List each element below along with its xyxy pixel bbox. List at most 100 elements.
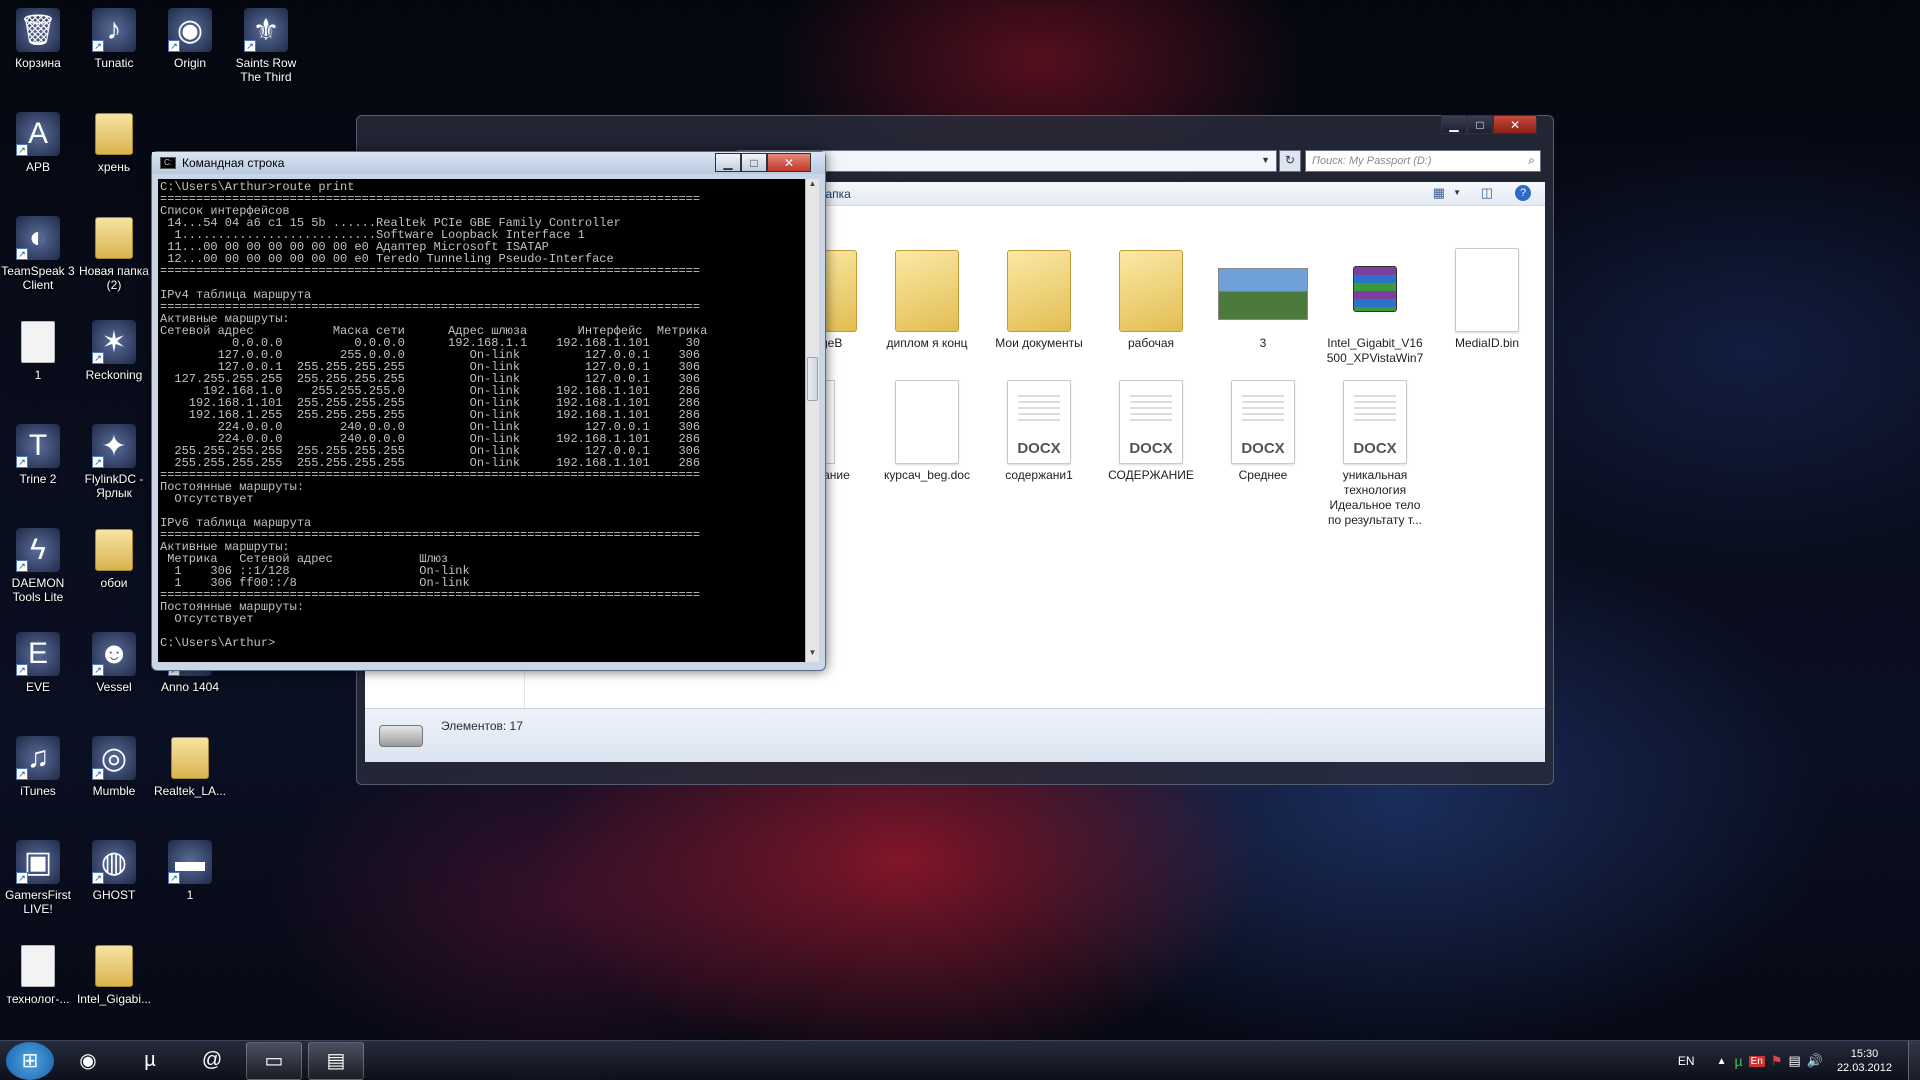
app-glyph: ✦ <box>101 429 127 463</box>
drive-icon <box>379 725 423 747</box>
maximize-button[interactable]: □ <box>741 153 767 172</box>
shortcut-arrow-icon: ↗ <box>16 248 28 260</box>
minimize-button[interactable]: ▁ <box>715 153 741 172</box>
desktop-icon[interactable]: ⚜ ↗ Saints Row The Third <box>228 8 304 84</box>
desktop-icon[interactable]: ◍ ↗ GHOST <box>76 840 152 902</box>
file-item[interactable]: DOCX Среднее <box>1213 372 1313 483</box>
desktop-icon[interactable]: ☻ ↗ Vessel <box>76 632 152 694</box>
minimize-button[interactable]: ▁ <box>1441 115 1467 134</box>
desktop-icon[interactable]: 🗑 Корзина <box>0 8 76 70</box>
desktop-icon[interactable]: A ↗ APB <box>0 112 76 174</box>
refresh-icon: ↻ <box>1285 153 1296 167</box>
start-button[interactable]: ⊞ <box>6 1041 54 1080</box>
file-item[interactable]: Intel_Gigabit_V16 500_XPVistaWin7 <box>1325 240 1425 366</box>
taskbar: ⊞ ◉ µ @ ▭ ▤ EN ▲ µ En ⚑ ▤ 🔊 15:30 22.03.2012 <box>0 1040 1920 1080</box>
desktop-icon[interactable]: ◐ ↗ TeamSpeak 3 Client <box>0 216 76 292</box>
tray-expand-icon[interactable]: ▲ <box>1717 1056 1727 1067</box>
chevron-down-icon[interactable]: ▼ <box>1453 188 1461 197</box>
app-glyph: ◍ <box>100 845 128 879</box>
file-item[interactable]: DOCX уникальная технология Идеальное тело… <box>1325 372 1425 528</box>
taskbar-mail-agent-button[interactable]: @ <box>184 1042 240 1080</box>
preview-pane-icon[interactable]: ◫ <box>1481 185 1493 201</box>
command-bar: папка ▦ ▼ ◫ ? <box>815 182 1545 206</box>
desktop-icon[interactable]: ϟ ↗ DAEMON Tools Lite <box>0 528 76 604</box>
taskbar-cmd-button[interactable]: ▭ <box>246 1041 302 1080</box>
view-icon[interactable]: ▦ <box>1433 185 1445 201</box>
shortcut-arrow-icon: ↗ <box>16 872 28 884</box>
shortcut-arrow-icon: ↗ <box>16 144 28 156</box>
file-item[interactable]: 3 <box>1213 240 1313 351</box>
chevron-down-icon[interactable]: ▼ <box>1261 155 1270 165</box>
image-thumbnail-icon <box>1218 240 1308 332</box>
desktop-icon[interactable]: ✶ ↗ Reckoning <box>76 320 152 382</box>
help-icon[interactable]: ? <box>1515 185 1531 201</box>
file-item[interactable]: диплом я конц <box>877 240 977 351</box>
file-name: курсач_beg.doc <box>884 468 970 482</box>
mail-agent-icon: @ <box>201 1049 223 1071</box>
language-indicator[interactable]: EN <box>1678 1054 1695 1068</box>
desktop-icon[interactable]: Realtek_LA... <box>152 736 228 798</box>
cmd-window-controls: ▁ □ ✕ <box>715 153 811 172</box>
volume-icon[interactable]: 🔊 <box>1807 1053 1823 1069</box>
desktop-icon[interactable]: E ↗ EVE <box>0 632 76 694</box>
desktop-icon[interactable]: Intel_Gigabi... <box>76 944 152 1006</box>
file-item[interactable]: MediaID.bin <box>1437 240 1537 351</box>
refresh-button[interactable]: ↻ <box>1279 150 1301 172</box>
docx-icon: DOCX <box>1007 372 1071 464</box>
taskbar-utorrent-button[interactable]: µ <box>122 1042 178 1080</box>
keyboard-layout-icon[interactable]: En <box>1748 1055 1765 1067</box>
shortcut-arrow-icon: ↗ <box>92 872 104 884</box>
taskbar-explorer-button[interactable]: ▤ <box>308 1041 364 1080</box>
taskbar-firefox-button[interactable]: ◉ <box>60 1042 116 1080</box>
maximize-button[interactable]: □ <box>1467 115 1493 134</box>
search-icon[interactable]: ⌕ <box>1528 153 1535 168</box>
desktop-icon[interactable]: T ↗ Trine 2 <box>0 424 76 486</box>
desktop-icon[interactable]: ♫ ↗ iTunes <box>0 736 76 798</box>
cmd-window[interactable]: C: Командная строка ▁ □ ✕ C:\Users\Arthu… <box>151 151 826 671</box>
file-item[interactable]: DOCX СОДЕРЖАНИЕ <box>1101 372 1201 483</box>
folder-icon <box>92 216 136 260</box>
start-button-icon: ⊞ <box>21 1050 39 1072</box>
item-count: Элементов: 17 <box>441 719 523 733</box>
app-icon: E ↗ <box>16 632 60 676</box>
app-glyph: ♪ <box>106 13 122 46</box>
close-button[interactable]: ✕ <box>1493 115 1537 134</box>
desktop-icon[interactable]: ✦ ↗ FlylinkDC - Ярлык <box>76 424 152 500</box>
desktop-icon-label: Trine 2 <box>19 472 57 486</box>
desktop-icon[interactable]: обои <box>76 528 152 590</box>
network-icon[interactable]: ▤ <box>1788 1053 1800 1069</box>
desktop-icon[interactable]: технолог-... <box>0 944 76 1006</box>
docx-label: DOCX <box>1017 440 1061 457</box>
desktop-icon[interactable]: 1 <box>0 320 76 382</box>
close-button[interactable]: ✕ <box>767 153 811 172</box>
window-controls: ▁ □ ✕ <box>1441 115 1537 134</box>
desktop-icon[interactable]: хрень <box>76 112 152 174</box>
search-input[interactable]: Поиск: My Passport (D:) ⌕ <box>1305 150 1541 172</box>
desktop-icon[interactable]: Новая папка (2) <box>76 216 152 292</box>
console-output-area[interactable]: C:\Users\Arthur>route print ============… <box>158 179 805 662</box>
scroll-down-icon[interactable]: ▼ <box>806 648 819 662</box>
desktop-icon[interactable]: ♪ ↗ Tunatic <box>76 8 152 70</box>
desktop-icon-label: Anno 1404 <box>160 680 220 694</box>
show-desktop-button[interactable] <box>1908 1041 1920 1080</box>
desktop-icon[interactable]: ▣ ↗ GamersFirst LIVE! <box>0 840 76 916</box>
shortcut-arrow-icon: ↗ <box>92 456 104 468</box>
desktop-icon-label: Vessel <box>96 680 132 694</box>
action-center-flag-icon[interactable]: ⚑ <box>1771 1053 1783 1069</box>
scrollbar[interactable]: ▲ ▼ <box>805 179 819 662</box>
desktop-icon[interactable]: ◎ ↗ Mumble <box>76 736 152 798</box>
folder-icon <box>168 736 212 780</box>
desktop-icon[interactable]: ▬ ↗ 1 <box>152 840 228 902</box>
file-item[interactable]: Мои документы <box>989 240 1089 351</box>
file-item[interactable]: курсач_beg.doc <box>877 372 977 483</box>
scroll-up-icon[interactable]: ▲ <box>806 179 819 193</box>
app-glyph: T <box>28 429 48 462</box>
utorrent-tray-icon[interactable]: µ <box>1734 1053 1742 1069</box>
file-item[interactable]: рабочая <box>1101 240 1201 351</box>
clock[interactable]: 15:30 22.03.2012 <box>1837 1047 1892 1075</box>
desktop-icon[interactable]: ◉ ↗ Origin <box>152 8 228 70</box>
app-glyph: ✶ <box>101 325 127 359</box>
scrollbar-thumb[interactable] <box>807 357 818 401</box>
file-item[interactable]: DOCX содержани1 <box>989 372 1089 483</box>
app-icon: ☻ ↗ <box>92 632 136 676</box>
